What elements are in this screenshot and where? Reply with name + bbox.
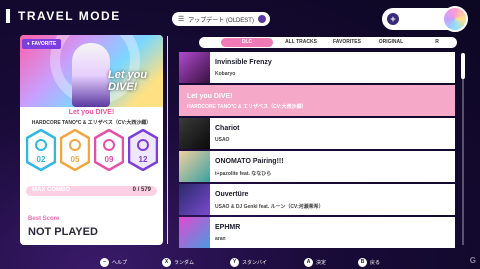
song-thumbnail (179, 118, 210, 149)
max-combo-bar: MAX COMBO 0 / 579 (26, 186, 157, 196)
plus-icon[interactable]: + (387, 13, 399, 25)
difficulty-normal[interactable]: 05 (60, 129, 90, 171)
jacket-logo: Let you DIVE! (108, 69, 148, 93)
difficulty-emblem-icon (137, 139, 149, 151)
top-bar: TRAVEL MODE ☰ アップデート (OLDEST) + (0, 0, 480, 34)
panel-divider (167, 36, 168, 244)
song-row-title: Let you DIVE! (187, 93, 233, 100)
avatar[interactable] (442, 6, 468, 32)
song-row-artist: USAO & DJ Genki feat. ルーン（CV:河瀬茉希） (215, 204, 324, 210)
button-hints: – ヘルプ X ランダム Y スタンバイ A 決定 B 戻る (0, 255, 480, 269)
difficulty-easy[interactable]: 02 (26, 129, 56, 171)
best-score-label: Best Score (28, 216, 60, 222)
b-button-icon: B (358, 258, 367, 267)
song-row[interactable]: Ouvertüre USAO & DJ Genki feat. ルーン（CV:河… (179, 184, 455, 215)
category-tabs: DLC ALL TRACKS FAVORITES ORIGINAL (199, 37, 457, 48)
heart-icon: ♦ (27, 41, 30, 47)
minus-button-icon: – (100, 258, 109, 267)
more-icon[interactable]: ⋯ (448, 38, 462, 47)
song-thumbnail (179, 217, 210, 248)
song-list-scrollbar[interactable] (461, 53, 465, 245)
song-row-title: Invinsible Frenzy (215, 59, 272, 66)
song-row-artist: Kobaryo (215, 71, 236, 77)
tab-favorites[interactable]: FAVORITES (327, 38, 367, 47)
hint-label: 決定 (316, 260, 327, 266)
song-row-artist: HARDCORE TANO*C & エリザベス（CV:大西沙織） (187, 104, 307, 110)
song-row-title: Chariot (215, 125, 240, 132)
max-combo-value: 0 / 579 (132, 187, 151, 193)
best-score-value: NOT PLAYED (28, 226, 98, 238)
song-title: Let you DIVE! (68, 109, 115, 116)
x-button-icon: X (162, 258, 171, 267)
sort-order-icon (258, 15, 266, 23)
hint-confirm[interactable]: A 決定 (304, 258, 326, 267)
hint-back[interactable]: B 戻る (358, 258, 380, 267)
difficulty-list: 02 05 09 12 (26, 129, 158, 173)
song-row-selected[interactable]: Let you DIVE! HARDCORE TANO*C & エリザベス（CV… (179, 85, 455, 116)
difficulty-level: 02 (36, 155, 46, 164)
song-row[interactable]: Invinsible Frenzy Kobaryo (179, 52, 455, 83)
song-thumbnail (179, 184, 210, 215)
song-row-artist: USAO (215, 137, 230, 143)
tab-dlc[interactable]: DLC (221, 38, 273, 47)
travel-mode-screen: TRAVEL MODE ☰ アップデート (OLDEST) + Let you … (0, 0, 480, 269)
song-row-title: ONOMATO Pairing!!! (215, 158, 284, 165)
difficulty-level: 12 (138, 155, 148, 164)
tab-right-button[interactable]: R (432, 38, 442, 47)
tab-original[interactable]: ORIGINAL (373, 38, 409, 47)
title-marker (6, 9, 10, 23)
site-watermark: G (469, 256, 476, 265)
difficulty-emblem-icon (69, 139, 81, 151)
title-block: TRAVEL MODE (6, 9, 121, 23)
difficulty-master[interactable]: 12 (128, 129, 158, 171)
favorite-label: FAVORITE (31, 41, 57, 47)
song-row[interactable]: Chariot USAO (179, 118, 455, 149)
song-artist: HARDCORE TANO*C & エリザベス（CV:大西沙織） (31, 120, 152, 126)
selected-song-card: Let you DIVE! ♦ FAVORITE Let you DIVE! H… (20, 35, 163, 245)
difficulty-level: 05 (70, 155, 80, 164)
hint-help[interactable]: – ヘルプ (100, 258, 127, 267)
sort-label: アップデート (OLDEST) (188, 17, 254, 24)
sort-selector[interactable]: ☰ アップデート (OLDEST) (172, 12, 270, 26)
hint-standby[interactable]: Y スタンバイ (230, 258, 267, 267)
hint-label: ヘルプ (112, 260, 128, 266)
song-row-artist: t+pazolite feat. ななひら (215, 171, 272, 177)
tab-all-tracks[interactable]: ALL TRACKS (279, 38, 323, 47)
song-thumbnail (179, 52, 210, 83)
song-jacket: Let you DIVE! ♦ FAVORITE (20, 35, 163, 107)
song-row[interactable]: ONOMATO Pairing!!! t+pazolite feat. ななひら (179, 151, 455, 182)
jacket-character (72, 43, 110, 107)
song-row-title: EPHMR (215, 224, 241, 231)
hint-label: 戻る (370, 260, 381, 266)
max-combo-label: MAX COMBO (32, 187, 70, 193)
menu-icon: ☰ (178, 16, 185, 23)
favorite-badge[interactable]: ♦ FAVORITE (22, 39, 62, 49)
hint-random[interactable]: X ランダム (162, 258, 194, 267)
song-row-artist: aran (215, 236, 226, 242)
page-title: TRAVEL MODE (18, 9, 121, 23)
profile-pill[interactable]: + (382, 6, 468, 32)
difficulty-level: 09 (104, 155, 114, 164)
hint-label: ランダム (174, 260, 195, 266)
hint-label: スタンバイ (242, 260, 268, 266)
y-button-icon: Y (230, 258, 239, 267)
difficulty-emblem-icon (35, 139, 47, 151)
song-row[interactable]: EPHMR aran (179, 217, 455, 248)
song-row-title: Ouvertüre (215, 191, 249, 198)
a-button-icon: A (304, 258, 313, 267)
scrollbar-thumb[interactable] (461, 53, 465, 79)
difficulty-hard[interactable]: 09 (94, 129, 124, 171)
difficulty-emblem-icon (103, 139, 115, 151)
song-thumbnail (179, 151, 210, 182)
